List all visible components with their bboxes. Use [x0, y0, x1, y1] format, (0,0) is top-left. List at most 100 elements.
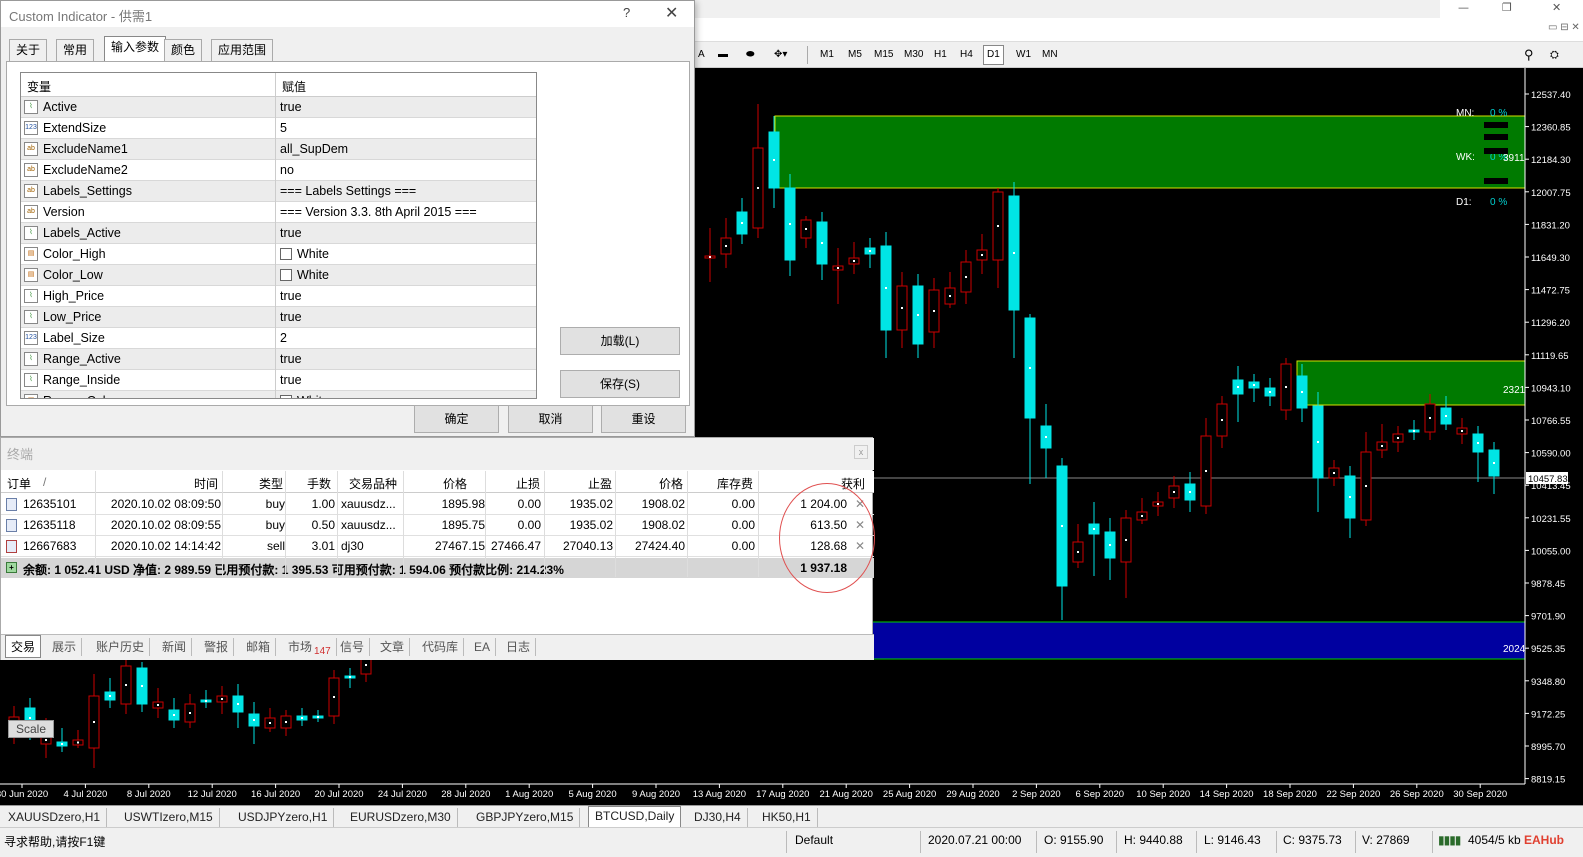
order-row[interactable]: 12635118 2020.10.02 08:09:55 buy 0.50 xauusd…: [1, 515, 874, 536]
window-restore-icon[interactable]: ▭ ⊟ ✕: [1548, 22, 1580, 33]
col-price[interactable]: 价格: [443, 475, 467, 492]
terminal-tab-11[interactable]: 日志: [501, 638, 537, 656]
terminal-tab-9[interactable]: 代码库: [417, 638, 465, 656]
col-order[interactable]: 订单: [7, 475, 31, 492]
terminal-tab-3[interactable]: 新闻: [157, 638, 193, 656]
order-row[interactable]: 12667683 2020.10.02 14:14:42 sell 3.01 dj30 2…: [1, 536, 874, 557]
parameter-value[interactable]: White: [297, 394, 329, 398]
terminal-tab-8[interactable]: 文章: [375, 638, 411, 656]
parameter-row[interactable]: ⌇ Active true: [21, 97, 536, 118]
objects-menu-icon[interactable]: ✥▾: [771, 45, 790, 65]
parameter-row[interactable]: ab ExcludeName2 no: [21, 160, 536, 181]
chart-tab-5[interactable]: BTCUSD,Daily: [588, 806, 682, 828]
parameter-row[interactable]: ▤ Range_Color White: [21, 391, 536, 398]
timeframe-w1[interactable]: W1: [1013, 45, 1034, 65]
col-sl[interactable]: 止损: [516, 475, 540, 492]
terminal-tab-0[interactable]: 交易: [5, 635, 42, 658]
parameter-row[interactable]: 123 ExtendSize 5: [21, 118, 536, 139]
timeframe-h1[interactable]: H1: [931, 45, 950, 65]
arrow-tool-icon[interactable]: A: [695, 45, 708, 65]
parameter-row[interactable]: ⌇ Low_Price true: [21, 307, 536, 328]
parameter-row[interactable]: 123 Label_Size 2: [21, 328, 536, 349]
parameter-value[interactable]: all_SupDem: [280, 142, 348, 156]
parameter-value[interactable]: === Labels Settings ===: [280, 184, 416, 198]
dialog-tab-2[interactable]: 输入参数: [104, 36, 167, 62]
color-swatch[interactable]: [280, 248, 292, 260]
terminal-tab-5[interactable]: 邮箱: [241, 638, 277, 656]
terminal-tab-6[interactable]: 市场 147: [283, 638, 337, 657]
reset-button[interactable]: 重设: [601, 405, 686, 433]
terminal-tab-1[interactable]: 展示: [47, 638, 83, 656]
help-icon[interactable]: ?: [623, 5, 630, 20]
parameter-value[interactable]: true: [280, 352, 302, 366]
ok-button[interactable]: 确定: [414, 405, 499, 433]
parameter-value[interactable]: 5: [280, 121, 287, 135]
timeframe-m1[interactable]: M1: [817, 45, 837, 65]
timeframe-m30[interactable]: M30: [901, 45, 926, 65]
parameter-value[interactable]: White: [297, 247, 329, 261]
timeframe-m5[interactable]: M5: [845, 45, 865, 65]
timeframe-mn[interactable]: MN: [1039, 45, 1061, 65]
parameter-row[interactable]: ab ExcludeName1 all_SupDem: [21, 139, 536, 160]
timeframe-m15[interactable]: M15: [871, 45, 896, 65]
color-swatch[interactable]: [280, 395, 292, 398]
cancel-button[interactable]: 取消: [508, 405, 593, 433]
terminal-close-icon[interactable]: x: [854, 445, 868, 459]
parameter-value[interactable]: true: [280, 310, 302, 324]
col-time[interactable]: 时间: [194, 475, 218, 492]
terminal-tab-7[interactable]: 信号: [335, 638, 371, 656]
restore-button[interactable]: ❐: [1502, 1, 1512, 14]
timeframe-h4[interactable]: H4: [957, 45, 976, 65]
chart-tab-3[interactable]: EURUSDzero,M30: [344, 808, 458, 827]
close-icon[interactable]: ✕: [665, 3, 678, 23]
chart-tab-0[interactable]: XAUUSDzero,H1: [2, 808, 108, 827]
chart-tab-1[interactable]: USWTIzero,M15: [118, 808, 220, 827]
parameter-row[interactable]: ⌇ Range_Active true: [21, 349, 536, 370]
chart-tab-6[interactable]: DJ30,H4: [688, 808, 748, 827]
parameter-row[interactable]: ⌇ High_Price true: [21, 286, 536, 307]
parameter-value[interactable]: true: [280, 373, 302, 387]
dialog-tab-3[interactable]: 颜色: [164, 39, 203, 61]
order-row[interactable]: 12635101 2020.10.02 08:09:50 buy 1.00 xauusd…: [1, 494, 874, 515]
terminal-tab-10[interactable]: EA: [469, 638, 497, 656]
terminal-tab-4[interactable]: 警报: [199, 638, 235, 656]
parameter-row[interactable]: ab Labels_Settings === Labels Settings ===: [21, 181, 536, 202]
col-current-price[interactable]: 价格: [659, 475, 683, 492]
col-symbol[interactable]: 交易品种: [349, 475, 397, 492]
parameter-value[interactable]: White: [297, 268, 329, 282]
chart-tab-4[interactable]: GBPJPYzero,M15: [470, 808, 581, 827]
parameter-value[interactable]: true: [280, 100, 302, 114]
minimize-button[interactable]: —: [1458, 1, 1469, 14]
parameter-value[interactable]: true: [280, 226, 302, 240]
parameter-value[interactable]: 2: [280, 331, 287, 345]
save-button[interactable]: 保存(S): [560, 370, 680, 398]
ellipse-tool-icon[interactable]: ⬬: [743, 45, 758, 65]
col-tp[interactable]: 止盈: [588, 475, 612, 492]
chart-tab-2[interactable]: USDJPYzero,H1: [232, 808, 335, 827]
col-lots[interactable]: 手数: [307, 475, 331, 492]
parameter-value[interactable]: true: [280, 289, 302, 303]
close-button[interactable]: ✕: [1552, 1, 1561, 14]
search-icon[interactable]: ⚲: [1521, 45, 1537, 65]
parameter-row[interactable]: ⌇ Range_Inside true: [21, 370, 536, 391]
community-icon[interactable]: ⛭: [1547, 45, 1562, 65]
parameter-row[interactable]: ▤ Color_Low White: [21, 265, 536, 286]
col-type[interactable]: 类型: [259, 475, 283, 492]
parameter-row[interactable]: ▤ Color_High White: [21, 244, 536, 265]
status-profile[interactable]: Default: [795, 833, 833, 847]
dialog-tab-4[interactable]: 应用范围: [211, 39, 274, 61]
parameter-row[interactable]: ⌇ Labels_Active true: [21, 223, 536, 244]
sort-icon[interactable]: /: [43, 475, 46, 489]
chart-tab-7[interactable]: HK50,H1: [756, 808, 818, 827]
timeframe-d1[interactable]: D1: [983, 45, 1004, 65]
parameter-row[interactable]: ab Version === Version 3.3. 8th April 2015…: [21, 202, 536, 223]
color-swatch[interactable]: [280, 269, 292, 281]
col-swap[interactable]: 库存费: [717, 475, 753, 492]
dialog-tab-0[interactable]: 关于: [9, 39, 48, 61]
parameter-value[interactable]: no: [280, 163, 294, 177]
load-button[interactable]: 加载(L): [560, 327, 680, 355]
terminal-tab-2[interactable]: 账户历史: [91, 638, 151, 656]
scale-button[interactable]: Scale: [8, 720, 54, 738]
rectangle-tool-icon[interactable]: ▬: [715, 45, 731, 65]
dialog-tab-1[interactable]: 常用: [56, 39, 95, 61]
